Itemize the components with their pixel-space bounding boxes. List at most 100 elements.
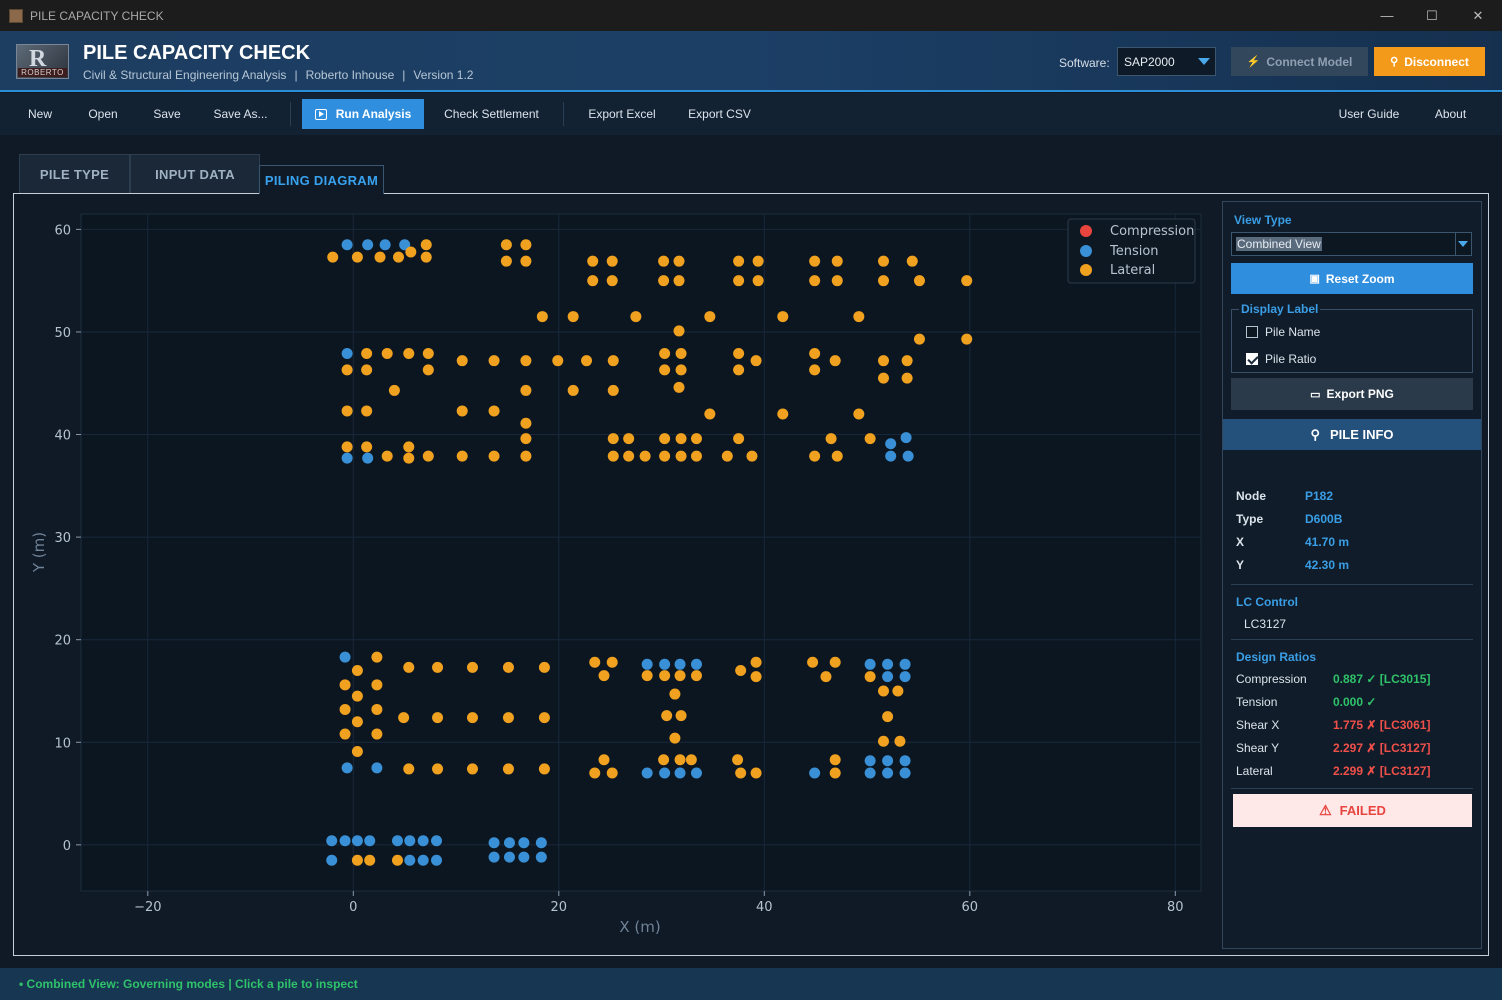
- pile-point-lateral[interactable]: [877, 255, 889, 267]
- pile-point-lateral[interactable]: [894, 735, 906, 747]
- pile-point-lateral[interactable]: [567, 311, 579, 323]
- pile-point-tension[interactable]: [690, 658, 702, 670]
- pile-point-lateral[interactable]: [831, 255, 843, 267]
- minimize-button[interactable]: —: [1364, 0, 1410, 31]
- pile-point-tension[interactable]: [885, 438, 897, 450]
- pile-point-lateral[interactable]: [502, 712, 514, 724]
- pile-point-lateral[interactable]: [721, 450, 733, 462]
- close-button[interactable]: ✕: [1455, 0, 1501, 31]
- pile-point-lateral[interactable]: [690, 670, 702, 682]
- pile-point-tension[interactable]: [326, 854, 338, 866]
- pile-point-lateral[interactable]: [809, 450, 821, 462]
- pile-point-lateral[interactable]: [831, 450, 843, 462]
- pile-point-lateral[interactable]: [581, 355, 593, 367]
- pile-point-tension[interactable]: [417, 854, 429, 866]
- pile-point-lateral[interactable]: [746, 450, 758, 462]
- pile-point-lateral[interactable]: [659, 364, 671, 376]
- pile-point-lateral[interactable]: [732, 754, 744, 766]
- export-png-button[interactable]: ▭ Export PNG: [1231, 378, 1473, 410]
- pile-point-lateral[interactable]: [371, 703, 383, 715]
- pile-point-lateral[interactable]: [607, 433, 619, 445]
- pile-point-lateral[interactable]: [733, 433, 745, 445]
- pile-ratio-checkbox[interactable]: [1246, 353, 1258, 365]
- about-button[interactable]: About: [1421, 99, 1480, 129]
- pile-point-tension[interactable]: [326, 835, 338, 847]
- pile-point-lateral[interactable]: [351, 854, 363, 866]
- pile-point-lateral[interactable]: [623, 450, 635, 462]
- pile-point-lateral[interactable]: [456, 405, 468, 417]
- pile-point-lateral[interactable]: [371, 651, 383, 663]
- pile-point-lateral[interactable]: [659, 450, 671, 462]
- pile-point-lateral[interactable]: [829, 754, 841, 766]
- pile-point-lateral[interactable]: [587, 255, 599, 267]
- pile-point-tension[interactable]: [885, 450, 897, 462]
- pile-point-tension[interactable]: [864, 767, 876, 779]
- save-as-button[interactable]: Save As...: [204, 99, 277, 129]
- pile-point-lateral[interactable]: [432, 763, 444, 775]
- pile-point-lateral[interactable]: [403, 452, 415, 464]
- pile-point-lateral[interactable]: [351, 745, 363, 757]
- pile-point-tension[interactable]: [404, 854, 416, 866]
- pile-point-lateral[interactable]: [673, 325, 685, 337]
- pile-point-lateral[interactable]: [735, 767, 747, 779]
- pile-name-checkbox-row[interactable]: Pile Name: [1246, 325, 1320, 339]
- pile-point-lateral[interactable]: [825, 433, 837, 445]
- pile-point-tension[interactable]: [339, 651, 351, 663]
- pile-point-tension[interactable]: [809, 767, 821, 779]
- pile-point-lateral[interactable]: [456, 450, 468, 462]
- pile-point-lateral[interactable]: [906, 255, 918, 267]
- pile-point-tension[interactable]: [882, 658, 894, 670]
- pile-point-lateral[interactable]: [361, 441, 373, 453]
- pile-point-lateral[interactable]: [403, 441, 415, 453]
- pile-point-lateral[interactable]: [607, 355, 619, 367]
- pile-point-lateral[interactable]: [704, 408, 716, 420]
- pile-point-lateral[interactable]: [351, 251, 363, 263]
- view-type-select[interactable]: Combined View: [1231, 232, 1472, 256]
- pile-point-lateral[interactable]: [422, 364, 434, 376]
- pile-point-lateral[interactable]: [750, 671, 762, 683]
- pile-point-tension[interactable]: [641, 658, 653, 670]
- software-select[interactable]: SAP2000: [1117, 47, 1216, 76]
- pile-point-lateral[interactable]: [892, 685, 904, 697]
- pile-point-lateral[interactable]: [403, 348, 415, 360]
- pile-point-lateral[interactable]: [777, 311, 789, 323]
- pile-point-tension[interactable]: [503, 851, 515, 863]
- pile-point-lateral[interactable]: [864, 671, 876, 683]
- pile-point-tension[interactable]: [518, 851, 530, 863]
- pile-point-lateral[interactable]: [339, 679, 351, 691]
- pile-point-lateral[interactable]: [820, 671, 832, 683]
- pile-point-lateral[interactable]: [807, 656, 819, 668]
- pile-point-lateral[interactable]: [658, 275, 670, 287]
- run-analysis-button[interactable]: Run Analysis: [302, 99, 424, 129]
- connect-model-button[interactable]: ⚡ Connect Model: [1231, 47, 1368, 76]
- pile-point-tension[interactable]: [488, 837, 500, 849]
- pile-point-lateral[interactable]: [669, 688, 681, 700]
- pile-point-lateral[interactable]: [341, 441, 353, 453]
- pile-point-lateral[interactable]: [403, 661, 415, 673]
- pile-point-tension[interactable]: [339, 835, 351, 847]
- pile-point-lateral[interactable]: [488, 405, 500, 417]
- pile-point-tension[interactable]: [417, 835, 429, 847]
- pile-point-tension[interactable]: [864, 755, 876, 767]
- pile-point-lateral[interactable]: [913, 333, 925, 345]
- pile-point-lateral[interactable]: [520, 239, 532, 251]
- pile-point-lateral[interactable]: [488, 355, 500, 367]
- pile-point-tension[interactable]: [674, 767, 686, 779]
- reset-zoom-button[interactable]: ▣ Reset Zoom: [1231, 263, 1473, 294]
- pile-point-tension[interactable]: [535, 851, 547, 863]
- pile-point-lateral[interactable]: [339, 703, 351, 715]
- pile-point-lateral[interactable]: [466, 763, 478, 775]
- pile-point-lateral[interactable]: [606, 767, 618, 779]
- pile-point-lateral[interactable]: [502, 661, 514, 673]
- pile-point-lateral[interactable]: [589, 656, 601, 668]
- pile-point-lateral[interactable]: [341, 364, 353, 376]
- pile-point-lateral[interactable]: [675, 710, 687, 722]
- pile-point-lateral[interactable]: [809, 364, 821, 376]
- pile-point-lateral[interactable]: [538, 763, 550, 775]
- pile-point-lateral[interactable]: [829, 767, 841, 779]
- pile-point-lateral[interactable]: [630, 311, 642, 323]
- pile-point-lateral[interactable]: [420, 239, 432, 251]
- pile-point-lateral[interactable]: [901, 372, 913, 384]
- pile-point-lateral[interactable]: [853, 311, 865, 323]
- pile-point-lateral[interactable]: [673, 255, 685, 267]
